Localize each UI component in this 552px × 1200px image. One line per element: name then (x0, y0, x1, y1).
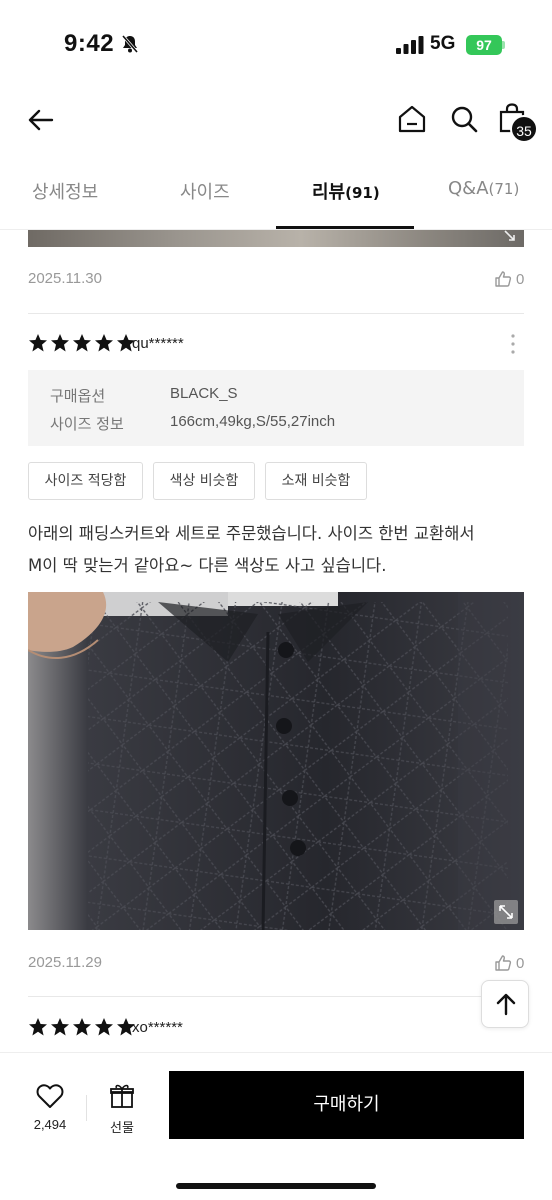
like-button[interactable]: 0 (494, 954, 524, 972)
tab-bar: 상세정보 사이즈 리뷰(91) Q&A(71) (0, 160, 552, 230)
tab-reviews-label: 리뷰 (312, 182, 346, 203)
tag-chip: 소재 비슷함 (265, 462, 367, 500)
star-icon (29, 334, 47, 352)
more-options-icon[interactable] (510, 333, 516, 355)
cart-count-badge: 35 (510, 115, 538, 143)
expand-icon[interactable] (502, 230, 518, 244)
star-icon (51, 334, 69, 352)
star-icon (95, 1018, 113, 1036)
star-icon (73, 1018, 91, 1036)
size-info-value: 166cm,49kg,S/55,27inch (170, 413, 336, 430)
tab-details[interactable]: 상세정보 (32, 178, 98, 204)
tab-size-label: 사이즈 (180, 182, 230, 203)
star-icon (95, 334, 113, 352)
review-text-line: 아래의 패딩스커트와 세트로 주문했습니다. 사이즈 한번 교환해서 (28, 524, 475, 543)
expand-arrows-icon (499, 905, 513, 919)
tag-chip: 색상 비슷함 (153, 462, 255, 500)
review-date: 2025.11.29 (28, 954, 102, 971)
heart-icon (36, 1084, 64, 1108)
nav-bar: 35 (0, 95, 552, 145)
network-label: 5G (430, 33, 456, 54)
tab-size[interactable]: 사이즈 (180, 178, 230, 204)
tab-reviews[interactable]: 리뷰(91) (312, 178, 380, 204)
gift-label: 선물 (110, 1121, 134, 1136)
review-divider (28, 996, 524, 997)
rating-stars (28, 333, 136, 353)
star-icon (51, 1018, 69, 1036)
scroll-to-top-button[interactable] (481, 980, 529, 1028)
gift-icon (110, 1084, 134, 1108)
bell-muted-icon (121, 35, 139, 53)
expand-icon[interactable] (494, 900, 518, 924)
review-text-line: M이 딱 맞는거 같아요~ 다른 색상도 사고 싶습니다. (28, 556, 387, 575)
review-text: 아래의 패딩스커트와 세트로 주문했습니다. 사이즈 한번 교환해서 M이 딱 … (28, 518, 524, 582)
arrow-up-icon (496, 993, 516, 1016)
tab-qna[interactable]: Q&A(71) (448, 178, 519, 199)
reviewer-name: xo****** (132, 1019, 183, 1036)
battery-nub (502, 41, 505, 49)
status-time: 9:42 (64, 30, 115, 57)
like-count: 0 (516, 954, 525, 972)
option-key: 구매옵션 (50, 387, 106, 405)
thumbs-up-icon (495, 955, 512, 971)
quilted-jacket-photo (28, 592, 524, 930)
review-divider (28, 313, 524, 314)
review-photo-previous[interactable] (28, 230, 524, 247)
tab-qna-label: Q&A (448, 178, 489, 199)
buy-button[interactable]: 구매하기 (169, 1071, 524, 1139)
back-arrow-icon[interactable] (26, 105, 56, 135)
reviewer-name: qu****** (132, 335, 184, 352)
tag-chip: 사이즈 적당함 (28, 462, 143, 500)
star-icon (73, 334, 91, 352)
bottom-action-bar: 2,494 선물 구매하기 (0, 1052, 552, 1200)
wishlist-count: 2,494 (33, 1117, 67, 1132)
size-info-key: 사이즈 정보 (50, 415, 124, 433)
like-button[interactable]: 0 (494, 270, 524, 288)
like-count: 0 (516, 270, 525, 288)
option-value: BLACK_S (170, 385, 238, 402)
status-bar: 9:42 5G 97 (0, 0, 552, 90)
purchase-options-box: 구매옵션 BLACK_S 사이즈 정보 166cm,49kg,S/55,27in… (28, 370, 524, 446)
review-photo[interactable] (28, 592, 524, 930)
thumbs-up-icon (495, 271, 512, 287)
tab-qna-count: (71) (488, 180, 520, 198)
review-date: 2025.11.30 (28, 270, 102, 287)
bar-separator (86, 1095, 87, 1121)
gift-button[interactable]: 선물 (102, 1083, 142, 1136)
wishlist-button[interactable]: 2,494 (22, 1083, 78, 1132)
tab-details-label: 상세정보 (32, 182, 99, 203)
search-icon[interactable] (450, 105, 478, 133)
home-indicator (176, 1183, 376, 1189)
star-icon (29, 1018, 47, 1036)
home-icon[interactable] (396, 103, 428, 135)
tab-active-indicator (276, 226, 414, 229)
tab-reviews-count: (91) (345, 184, 380, 202)
signal-icon (396, 36, 424, 54)
rating-stars (28, 1017, 136, 1037)
battery-indicator: 97 (466, 35, 502, 55)
